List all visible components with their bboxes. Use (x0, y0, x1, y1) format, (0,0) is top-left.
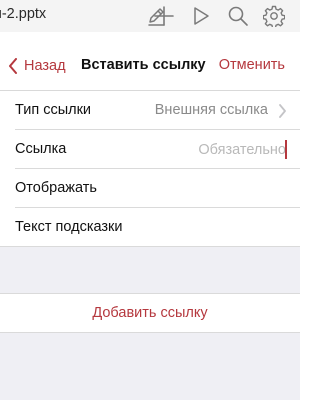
chevron-left-icon (9, 58, 17, 74)
link-type-row[interactable]: Тип ссылки Внешняя ссылка (0, 91, 300, 130)
link-url-input[interactable] (120, 139, 286, 161)
link-form: Тип ссылки Внешняя ссылка Ссылка Отображ… (0, 91, 300, 247)
plus-icon[interactable] (153, 5, 175, 27)
tooltip-text-label: Текст подсказки (15, 219, 123, 235)
link-url-row: Ссылка (0, 130, 300, 169)
chevron-right-icon (278, 104, 287, 118)
popover-nav-bar: Назад Вставить ссылку Отменить (0, 39, 300, 91)
grouped-background (0, 333, 300, 400)
popover-title: Вставить ссылку (81, 57, 206, 73)
back-button[interactable]: Назад (8, 56, 66, 76)
app-screen: я-2.pptx (0, 0, 300, 400)
search-icon[interactable] (227, 5, 249, 27)
add-link-button[interactable]: Добавить ссылку (0, 293, 300, 333)
display-text-label: Отображать (15, 180, 97, 196)
insert-link-popover: Назад Вставить ссылку Отменить Тип ссылк… (0, 39, 300, 400)
play-icon[interactable] (190, 5, 212, 27)
cancel-button[interactable]: Отменить (219, 57, 285, 73)
link-type-value: Внешняя ссылка (154, 102, 268, 118)
tooltip-text-row[interactable]: Текст подсказки (0, 208, 300, 247)
display-text-row[interactable]: Отображать (0, 169, 300, 208)
link-type-label: Тип ссылки (15, 102, 92, 118)
text-cursor (285, 140, 287, 159)
app-toolbar: я-2.pptx (0, 0, 300, 32)
section-gap (0, 247, 300, 293)
add-link-label: Добавить ссылку (92, 305, 208, 321)
document-title: я-2.pptx (0, 6, 47, 22)
back-button-label: Назад (24, 58, 66, 74)
gear-icon[interactable] (263, 5, 285, 27)
link-url-label: Ссылка (15, 141, 67, 157)
